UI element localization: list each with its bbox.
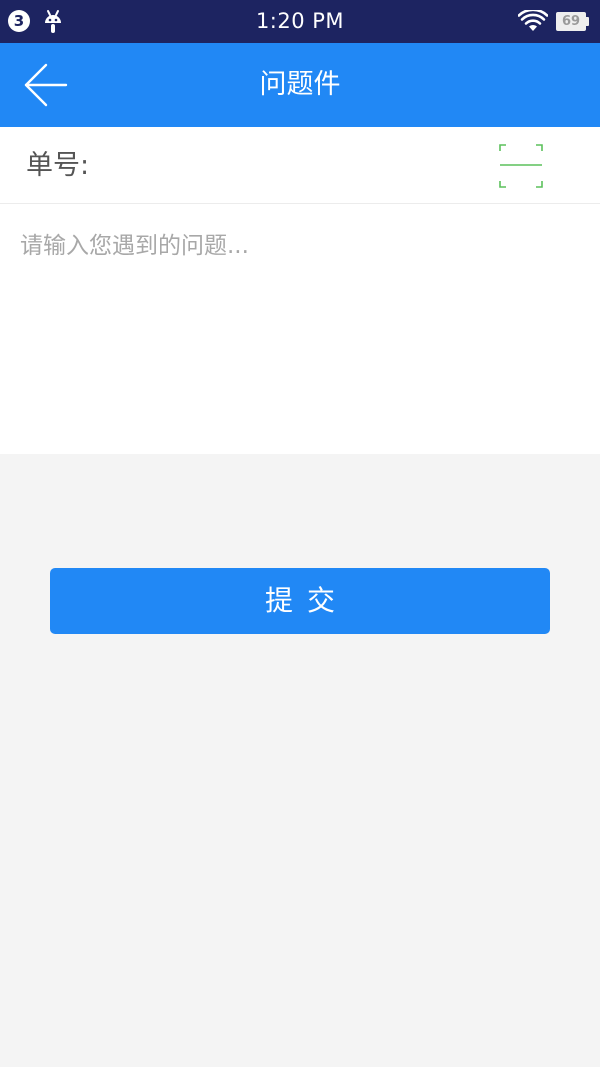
problem-description-input[interactable] [14, 222, 596, 450]
wifi-icon [518, 10, 548, 31]
scan-button[interactable] [498, 143, 544, 189]
scan-code-icon [499, 144, 543, 188]
back-button[interactable] [14, 55, 74, 115]
arrow-left-icon [24, 63, 68, 107]
page-title: 问题件 [259, 69, 341, 100]
status-bar: 3 1:20 PM 69 [0, 0, 600, 43]
battery-icon: 69 [556, 12, 586, 31]
title-bar: 问题件 [0, 43, 600, 127]
battery-tip [586, 17, 589, 26]
order-number-label: 单号: [26, 150, 90, 181]
order-number-input[interactable] [110, 141, 484, 191]
submit-button[interactable]: 提交 [50, 568, 550, 634]
problem-description-area [0, 204, 600, 454]
order-number-row: 单号: [0, 127, 600, 204]
status-time: 1:20 PM [255, 9, 345, 33]
